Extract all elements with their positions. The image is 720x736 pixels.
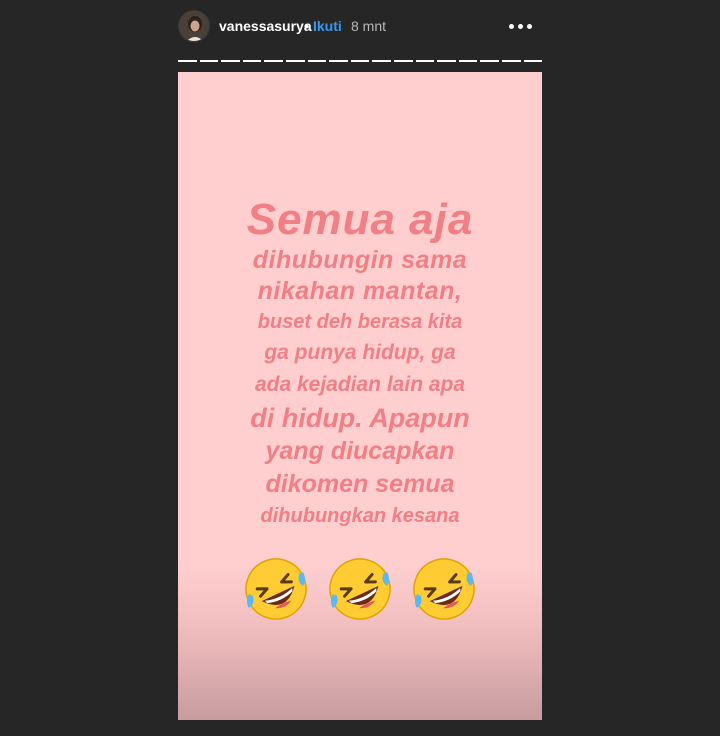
story-text-line: dihubungkan kesana (260, 505, 460, 527)
progress-segment (178, 60, 197, 62)
progress-segment (221, 60, 240, 62)
story-text-line: dihubungin sama (252, 246, 468, 274)
follow-button[interactable]: Ikuti (313, 18, 342, 34)
progress-segment (307, 60, 327, 62)
progress-segment (458, 60, 478, 62)
rolling-on-floor-laughing-icon (245, 558, 307, 620)
progress-segment (329, 60, 348, 62)
progress-segment (480, 60, 499, 62)
story-text-line: yang diucapkan (265, 437, 455, 465)
story-text-line: nikahan mantan, (257, 277, 463, 305)
separator-dot: • (304, 18, 309, 34)
progress-segment (393, 60, 413, 62)
post-time: 8 mnt (351, 18, 387, 34)
username[interactable]: vanessasurya (219, 18, 312, 34)
progress-segment (372, 60, 391, 62)
emoji-row (178, 554, 542, 626)
rolling-on-floor-laughing-icon (413, 558, 475, 620)
story-text-line: buset deh berasa kita (257, 311, 463, 333)
story-text-line: Semua aja (246, 195, 474, 244)
story-text: Semua aja dihubungin sama nikahan mantan… (178, 195, 542, 531)
progress-segment (285, 60, 305, 62)
progress-segment (350, 60, 370, 62)
progress-segment (199, 60, 219, 62)
more-horizontal-icon[interactable] (505, 14, 535, 38)
progress-segment (415, 60, 435, 62)
progress-segment (242, 60, 262, 62)
progress-segment (501, 60, 521, 62)
story-progress-bar (178, 60, 543, 62)
story-text-line: ga punya hidup, ga (264, 341, 456, 364)
progress-segment (264, 60, 283, 62)
progress-segment (437, 60, 456, 62)
story-text-line: ada kejadian lain apa (254, 373, 466, 396)
story-content[interactable]: Semua aja dihubungin sama nikahan mantan… (178, 72, 542, 720)
progress-segment (523, 60, 543, 62)
story-text-line: dikomen semua (265, 470, 455, 498)
rolling-on-floor-laughing-icon (329, 558, 391, 620)
story-text-line: di hidup. Apapun (250, 403, 470, 433)
profile-avatar[interactable] (178, 10, 210, 42)
story-header: vanessasurya • Ikuti 8 mnt (0, 0, 720, 55)
